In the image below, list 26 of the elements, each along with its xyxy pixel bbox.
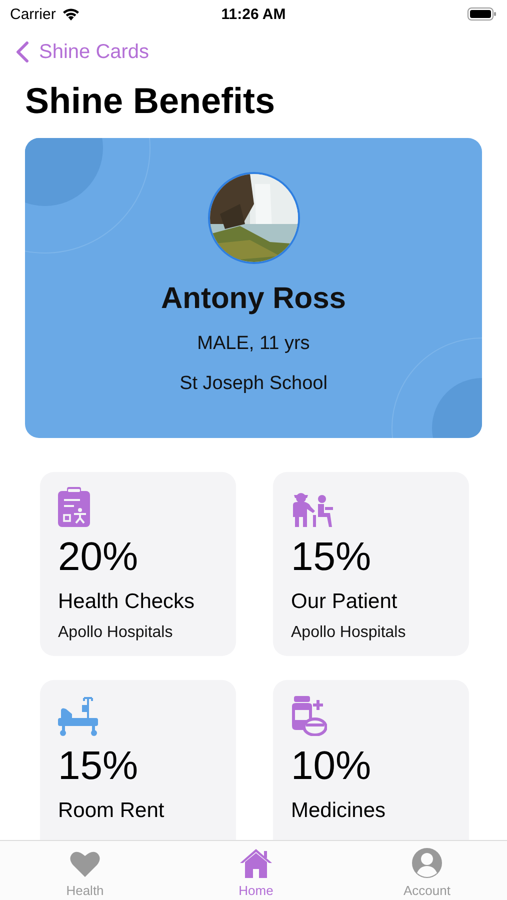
student-name: Antony Ross: [160, 282, 346, 316]
benefit-title: Our Patient: [291, 590, 398, 614]
benefit-card[interactable]: 10% Medicines: [273, 680, 469, 840]
benefit-card[interactable]: 20% Health Checks Apollo Hospitals: [40, 472, 236, 656]
benefit-card[interactable]: 15% Our Patient Apollo Hospitals: [273, 472, 469, 656]
school-name: St Joseph School: [180, 373, 328, 395]
discount-percent: 10%: [291, 744, 372, 789]
wifi-icon: [62, 8, 80, 20]
chevron-left-icon: [16, 41, 29, 63]
account-icon: [412, 848, 442, 878]
benefit-title: Room Rent: [58, 799, 164, 823]
home-icon: [239, 848, 273, 878]
provider-name: Apollo Hospitals: [291, 624, 406, 642]
benefit-card[interactable]: 15% Room Rent: [40, 680, 236, 840]
benefit-title: Health Checks: [58, 590, 195, 614]
discount-percent: 15%: [291, 535, 372, 580]
heart-icon: [70, 850, 100, 876]
student-details: MALE, 11 yrs: [197, 333, 310, 355]
battery-icon: [467, 7, 497, 21]
discount-percent: 15%: [58, 744, 138, 789]
page-title: Shine Benefits: [25, 80, 276, 122]
carrier-label: Carrier: [10, 6, 56, 22]
provider-name: Apollo Hospitals: [58, 624, 173, 642]
status-time: 11:26 AM: [221, 6, 286, 22]
benefit-title: Medicines: [291, 799, 386, 823]
discount-percent: 20%: [58, 535, 138, 580]
